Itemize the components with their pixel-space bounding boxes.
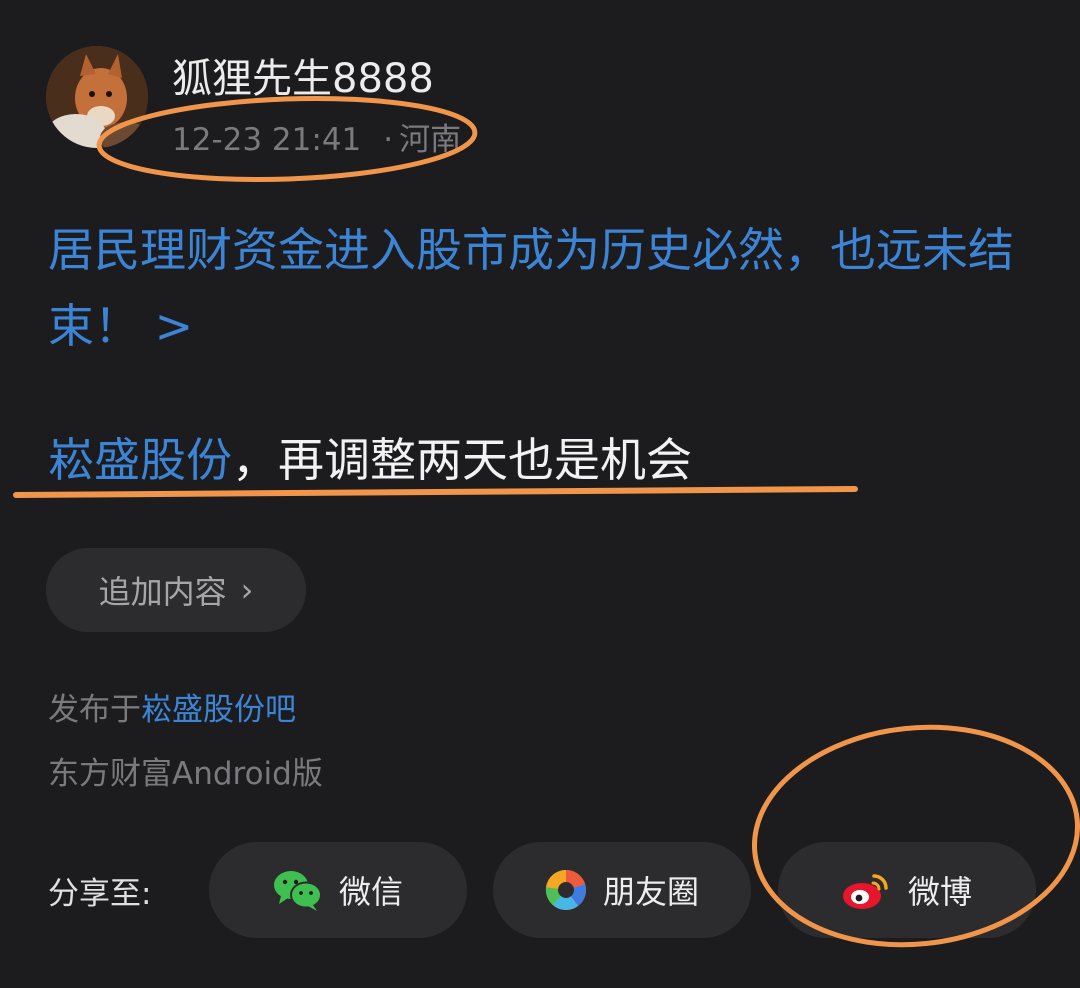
stock-bar-link[interactable]: 崧盛股份吧 <box>141 692 296 728</box>
client-source: 东方财富Android版 <box>48 756 323 792</box>
fox-avatar-image <box>46 46 148 148</box>
weibo-icon <box>842 874 888 909</box>
share-weibo-button[interactable]: 微博 <box>778 842 1036 938</box>
share-wechat-label: 微信 <box>338 873 403 911</box>
posted-in: 发布于崧盛股份吧 <box>48 684 296 729</box>
share-moments-button[interactable]: 朋友圈 <box>493 842 751 938</box>
share-wechat-button[interactable]: 微信 <box>209 842 467 938</box>
posted-prefix: 发布于 <box>48 692 141 728</box>
share-weibo-label: 微博 <box>907 873 972 911</box>
add-content-button[interactable]: 追加内容 › <box>46 548 306 632</box>
post-meta: 12-23 21:41 · 河南 <box>172 114 461 159</box>
share-moments-label: 朋友圈 <box>602 873 699 911</box>
post-statement: 崧盛股份，再调整两天也是机会 <box>48 424 692 490</box>
annotation-overlay <box>13 95 1080 948</box>
share-label: 分享至: <box>48 876 152 912</box>
moments-icon <box>545 869 586 910</box>
author-avatar[interactable] <box>46 46 148 148</box>
add-content-label: 追加内容 <box>98 573 227 611</box>
stock-link[interactable]: 崧盛股份 <box>48 433 232 487</box>
post-location: 河南 <box>399 122 462 158</box>
chevron-right-icon: › <box>240 571 254 609</box>
post-time: 12-23 21:41 <box>172 122 362 158</box>
meta-separator: · <box>383 122 394 158</box>
wechat-icon <box>273 871 322 911</box>
statement-text: ，再调整两天也是机会 <box>232 433 692 487</box>
post-headline-link[interactable]: 居民理财资金进入股市成为历史必然，也远未结束！ > <box>48 212 1043 364</box>
author-name[interactable]: 狐狸先生8888 <box>172 46 434 104</box>
